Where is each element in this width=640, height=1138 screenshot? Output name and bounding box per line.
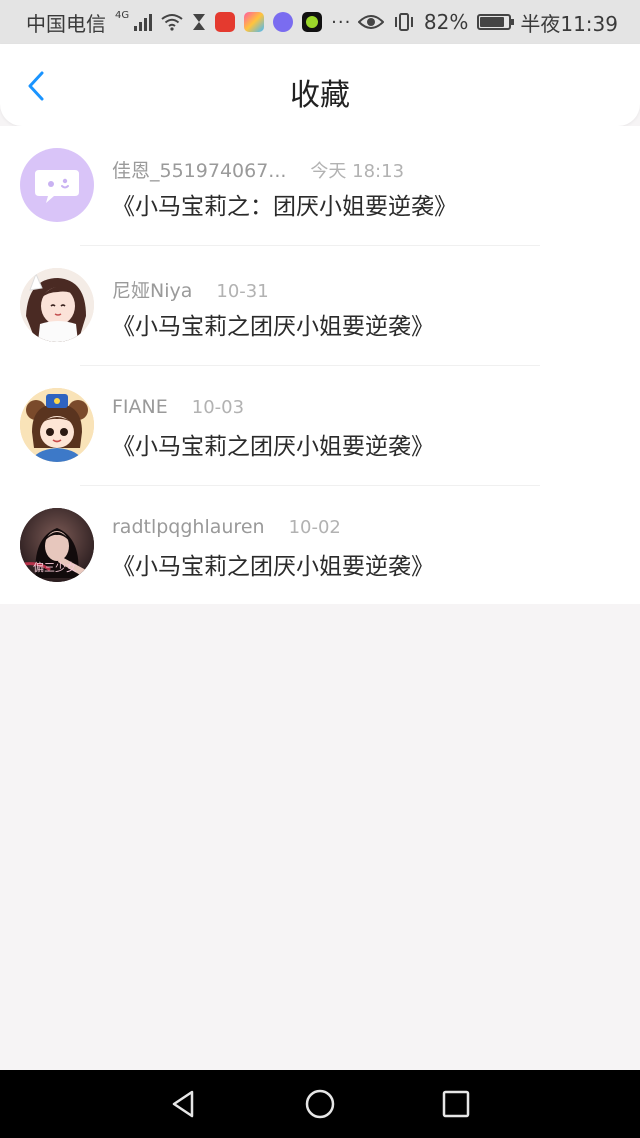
chat-bubble-avatar[interactable] [20, 148, 94, 222]
favorite-item[interactable]: FIANE 10-03 《小马宝莉之团厌小姐要逆袭》 [0, 366, 640, 486]
hearing-app-icon [215, 12, 236, 32]
wifi-icon [161, 14, 183, 31]
clock-label: 半夜11:39 [520, 11, 618, 36]
favorite-meta: 尼娅Niya 10-31 [112, 276, 269, 303]
author-name: radtlpqghlauren [112, 516, 265, 538]
avatar-caption: 偏三少女 [33, 561, 77, 574]
favorite-title[interactable]: 《小马宝莉之：团厌小姐要逆袭》 [112, 187, 457, 221]
cartoon-girl-avatar[interactable] [20, 388, 94, 462]
favorite-meta: 佳恩_551974067... 今天 18:13 [112, 156, 404, 183]
triangle-back-icon [172, 1090, 194, 1118]
nav-home-button[interactable] [296, 1080, 344, 1128]
battery-icon [477, 14, 515, 30]
signal-icon [134, 13, 153, 31]
header-bar: 收藏 [0, 44, 640, 126]
author-name: 佳恩_551974067... [112, 160, 287, 182]
author-name: 尼娅Niya [112, 280, 193, 302]
anime-girl-avatar[interactable] [20, 268, 94, 342]
favorite-item[interactable]: 佳恩_551974067... 今天 18:13 《小马宝莉之：团厌小姐要逆袭》 [0, 126, 640, 246]
status-bar: 中国电信 4G ··· 82% 半夜11:39 [0, 0, 640, 44]
status-bar-left: 中国电信 4G ··· [26, 8, 351, 37]
more-notifications-label: ··· [331, 11, 352, 33]
hourglass-icon [193, 14, 206, 30]
favorite-meta: radtlpqghlauren 10-02 [112, 516, 341, 538]
square-recents-icon [442, 1090, 470, 1118]
favorite-time: 10-02 [288, 517, 341, 538]
music-app-icon [273, 12, 294, 32]
carrier-label: 中国电信 [26, 11, 106, 36]
favorite-title[interactable]: 《小马宝莉之团厌小姐要逆袭》 [112, 307, 434, 341]
system-nav-bar [0, 1070, 640, 1138]
vibrate-icon [394, 13, 413, 31]
favorite-time: 10-31 [216, 281, 269, 302]
network-type-label: 4G [115, 9, 130, 21]
page-title: 收藏 [290, 78, 350, 113]
favorite-item[interactable]: 偏三少女 radtlpqghlauren 10-02 《小马宝莉之团厌小姐要逆袭… [0, 486, 640, 606]
favorite-time: 10-03 [191, 397, 245, 418]
status-bar-right: 82% 半夜11:39 [357, 8, 618, 37]
nav-recents-button[interactable] [432, 1080, 480, 1128]
eye-icon [357, 15, 384, 29]
colorful-app-icon [244, 12, 265, 32]
photo-avatar[interactable]: 偏三少女 [20, 508, 94, 582]
circle-home-icon [305, 1089, 335, 1119]
author-name: FIANE [112, 396, 168, 418]
favorite-title[interactable]: 《小马宝莉之团厌小姐要逆袭》 [112, 547, 434, 581]
favorite-item[interactable]: 尼娅Niya 10-31 《小马宝莉之团厌小姐要逆袭》 [0, 246, 640, 366]
favorites-list: 佳恩_551974067... 今天 18:13 《小马宝莉之：团厌小姐要逆袭》… [0, 126, 640, 604]
favorite-time: 今天 18:13 [310, 161, 405, 182]
favorite-meta: FIANE 10-03 [112, 396, 244, 418]
nav-back-button[interactable] [160, 1080, 208, 1128]
favorite-title[interactable]: 《小马宝莉之团厌小姐要逆袭》 [112, 427, 434, 461]
green-app-icon [302, 12, 323, 32]
battery-percent-label: 82% [423, 10, 469, 34]
